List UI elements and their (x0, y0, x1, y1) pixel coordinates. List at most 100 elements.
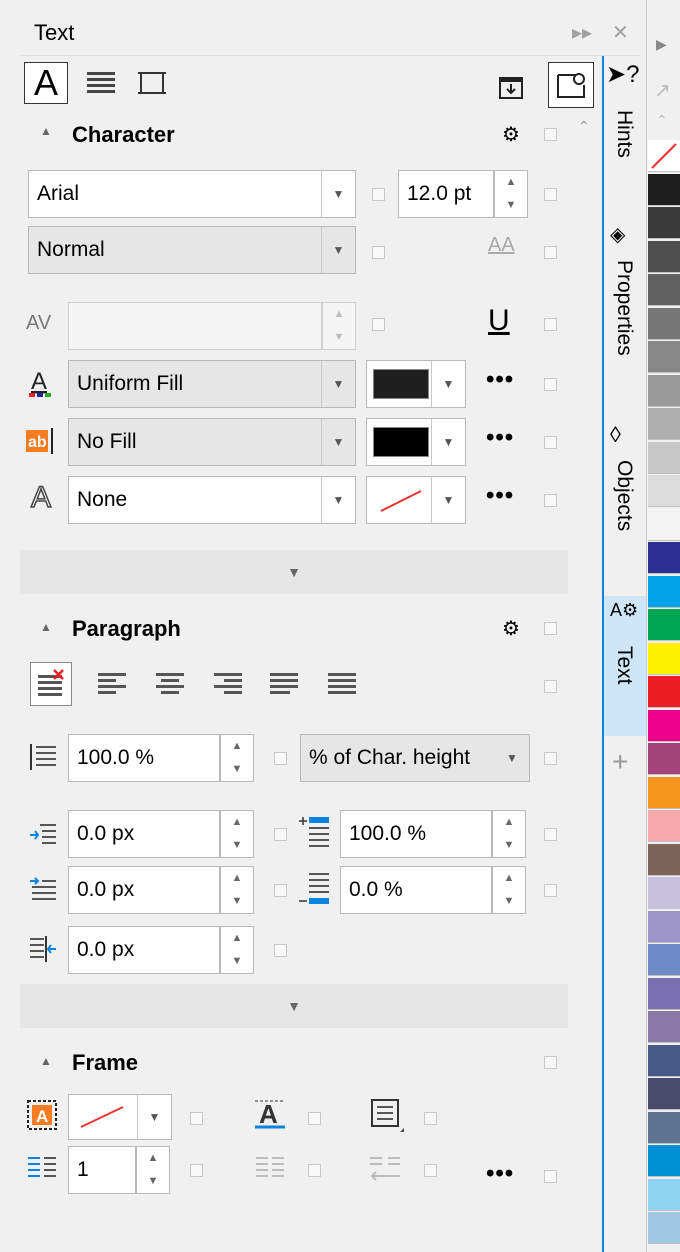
right-indent-stepper[interactable]: ▲ ▼ (220, 926, 254, 974)
space-after-lock-checkbox[interactable] (544, 884, 557, 897)
color-swatch[interactable] (648, 1044, 680, 1077)
chevron-down-icon[interactable]: ▼ (321, 171, 355, 217)
paragraph-expand-bar[interactable]: ▼ (20, 984, 568, 1028)
paragraph-lock-checkbox[interactable] (544, 622, 557, 635)
background-fill-more-icon[interactable]: ••• (486, 424, 514, 452)
collapse-paragraph-icon[interactable]: ▲ (40, 620, 52, 634)
import-text-icon[interactable] (496, 72, 526, 102)
text-fill-color-picker[interactable]: ▼ (366, 360, 466, 408)
color-swatch[interactable] (648, 944, 680, 976)
underline-icon[interactable]: U (488, 304, 510, 338)
columns-count-stepper[interactable]: ▲ ▼ (136, 1146, 170, 1194)
no-alignment-icon[interactable] (30, 662, 72, 706)
color-swatch[interactable] (648, 307, 680, 340)
font-name-lock-checkbox[interactable] (372, 188, 385, 201)
font-style-lock-checkbox[interactable] (372, 246, 385, 259)
frame-lock-checkbox[interactable] (544, 1056, 557, 1069)
space-after-stepper[interactable]: ▲ ▼ (492, 866, 526, 914)
frame-more-icon[interactable]: ••• (486, 1160, 514, 1188)
left-indent-field[interactable]: 0.0 px (68, 810, 220, 858)
background-fill-lock-checkbox[interactable] (544, 436, 557, 449)
space-before-lock-checkbox[interactable] (544, 828, 557, 841)
color-swatch[interactable] (648, 173, 680, 206)
chevron-down-icon[interactable]: ▼ (431, 419, 465, 465)
color-swatch[interactable] (648, 441, 680, 474)
add-docker-icon[interactable]: + (612, 746, 628, 778)
expand-down-icon[interactable]: ▼ (287, 564, 301, 580)
force-justify-icon[interactable] (324, 666, 360, 702)
color-swatch[interactable] (648, 408, 680, 440)
collapse-docker-icon[interactable]: ▸▸ (572, 20, 592, 45)
outline-lock-checkbox[interactable] (544, 494, 557, 507)
vertical-alignment-icon[interactable]: A (250, 1094, 290, 1134)
left-indent-lock-checkbox[interactable] (274, 828, 287, 841)
frame-mode-icon[interactable] (134, 66, 170, 100)
background-fill-type-dropdown[interactable]: No Fill ▼ (68, 418, 356, 466)
tab-objects[interactable]: Objects (604, 460, 644, 550)
character-mode-icon[interactable]: A (24, 62, 68, 104)
text-fill-lock-checkbox[interactable] (544, 378, 557, 391)
character-expand-bar[interactable]: ▼ (20, 550, 568, 594)
vertical-alignment-lock-checkbox[interactable] (308, 1112, 321, 1125)
first-line-indent-stepper[interactable]: ▲ ▼ (220, 866, 254, 914)
chevron-down-icon[interactable]: ▼ (431, 477, 465, 523)
chevron-down-icon[interactable]: ▼ (431, 361, 465, 407)
tab-text[interactable]: Text (604, 646, 644, 706)
font-size-stepper[interactable]: ▲ ▼ (494, 170, 528, 218)
no-color-swatch[interactable] (648, 140, 680, 172)
background-fill-color-picker[interactable]: ▼ (366, 418, 466, 466)
font-style-dropdown[interactable]: Normal ▼ (28, 226, 356, 274)
chevron-down-icon[interactable]: ▼ (321, 419, 355, 465)
color-swatch[interactable] (648, 1011, 680, 1043)
color-swatch[interactable] (648, 977, 680, 1010)
close-icon[interactable]: ✕ (612, 20, 629, 45)
color-swatch[interactable] (648, 1178, 680, 1211)
whats-this-icon[interactable]: ➤? (606, 60, 639, 89)
space-before-field[interactable]: 100.0 % (340, 810, 492, 858)
font-size-lock-checkbox[interactable] (544, 188, 557, 201)
text-fill-more-icon[interactable]: ••• (486, 366, 514, 394)
frame-fit-lock-checkbox[interactable] (424, 1112, 437, 1125)
line-spacing-stepper[interactable]: ▲ ▼ (220, 734, 254, 782)
first-line-indent-field[interactable]: 0.0 px (68, 866, 220, 914)
all-caps-lock-checkbox[interactable] (544, 246, 557, 259)
spacing-units-dropdown[interactable]: % of Char. height ▼ (300, 734, 530, 782)
chevron-down-icon[interactable]: ▼ (321, 227, 355, 273)
docker-options-icon[interactable] (548, 62, 594, 108)
color-swatch[interactable] (648, 609, 680, 641)
chevron-down-icon[interactable]: ▼ (495, 735, 529, 781)
color-swatch[interactable] (648, 709, 680, 742)
chevron-down-icon[interactable]: ▼ (321, 477, 355, 523)
color-swatch[interactable] (648, 877, 680, 909)
color-swatch[interactable] (648, 843, 680, 876)
outline-more-icon[interactable]: ••• (486, 482, 514, 510)
frame-fit-icon[interactable] (366, 1094, 408, 1136)
justify-icon[interactable] (266, 666, 302, 702)
alignment-lock-checkbox[interactable] (544, 680, 557, 693)
palette-scroll-up-icon[interactable]: ⌃ (656, 112, 668, 129)
align-center-icon[interactable] (152, 666, 188, 702)
column-settings-lock-checkbox[interactable] (308, 1164, 321, 1177)
paragraph-settings-gear-icon[interactable]: ⚙ (502, 616, 520, 641)
color-swatch[interactable] (648, 642, 680, 675)
outline-type-dropdown[interactable]: None ▼ (68, 476, 356, 524)
color-swatch[interactable] (648, 508, 680, 541)
frame-fill-color-picker[interactable]: ▼ (68, 1094, 172, 1140)
chevron-down-icon[interactable]: ▼ (137, 1095, 171, 1139)
color-swatch[interactable] (648, 542, 680, 574)
color-swatch[interactable] (648, 1212, 680, 1244)
frame-fill-lock-checkbox[interactable] (190, 1112, 203, 1125)
align-left-icon[interactable] (94, 666, 130, 702)
color-swatch[interactable] (648, 240, 680, 273)
tab-properties[interactable]: Properties (604, 260, 644, 370)
color-swatch[interactable] (648, 910, 680, 943)
color-swatch[interactable] (648, 207, 680, 239)
column-gutter-icon[interactable] (366, 1152, 406, 1186)
right-indent-field[interactable]: 0.0 px (68, 926, 220, 974)
color-swatch[interactable] (648, 1145, 680, 1177)
kerning-lock-checkbox[interactable] (372, 318, 385, 331)
expand-down-icon[interactable]: ▼ (287, 998, 301, 1014)
character-settings-gear-icon[interactable]: ⚙ (502, 122, 520, 147)
align-right-icon[interactable] (210, 666, 246, 702)
columns-lock-checkbox[interactable] (190, 1164, 203, 1177)
